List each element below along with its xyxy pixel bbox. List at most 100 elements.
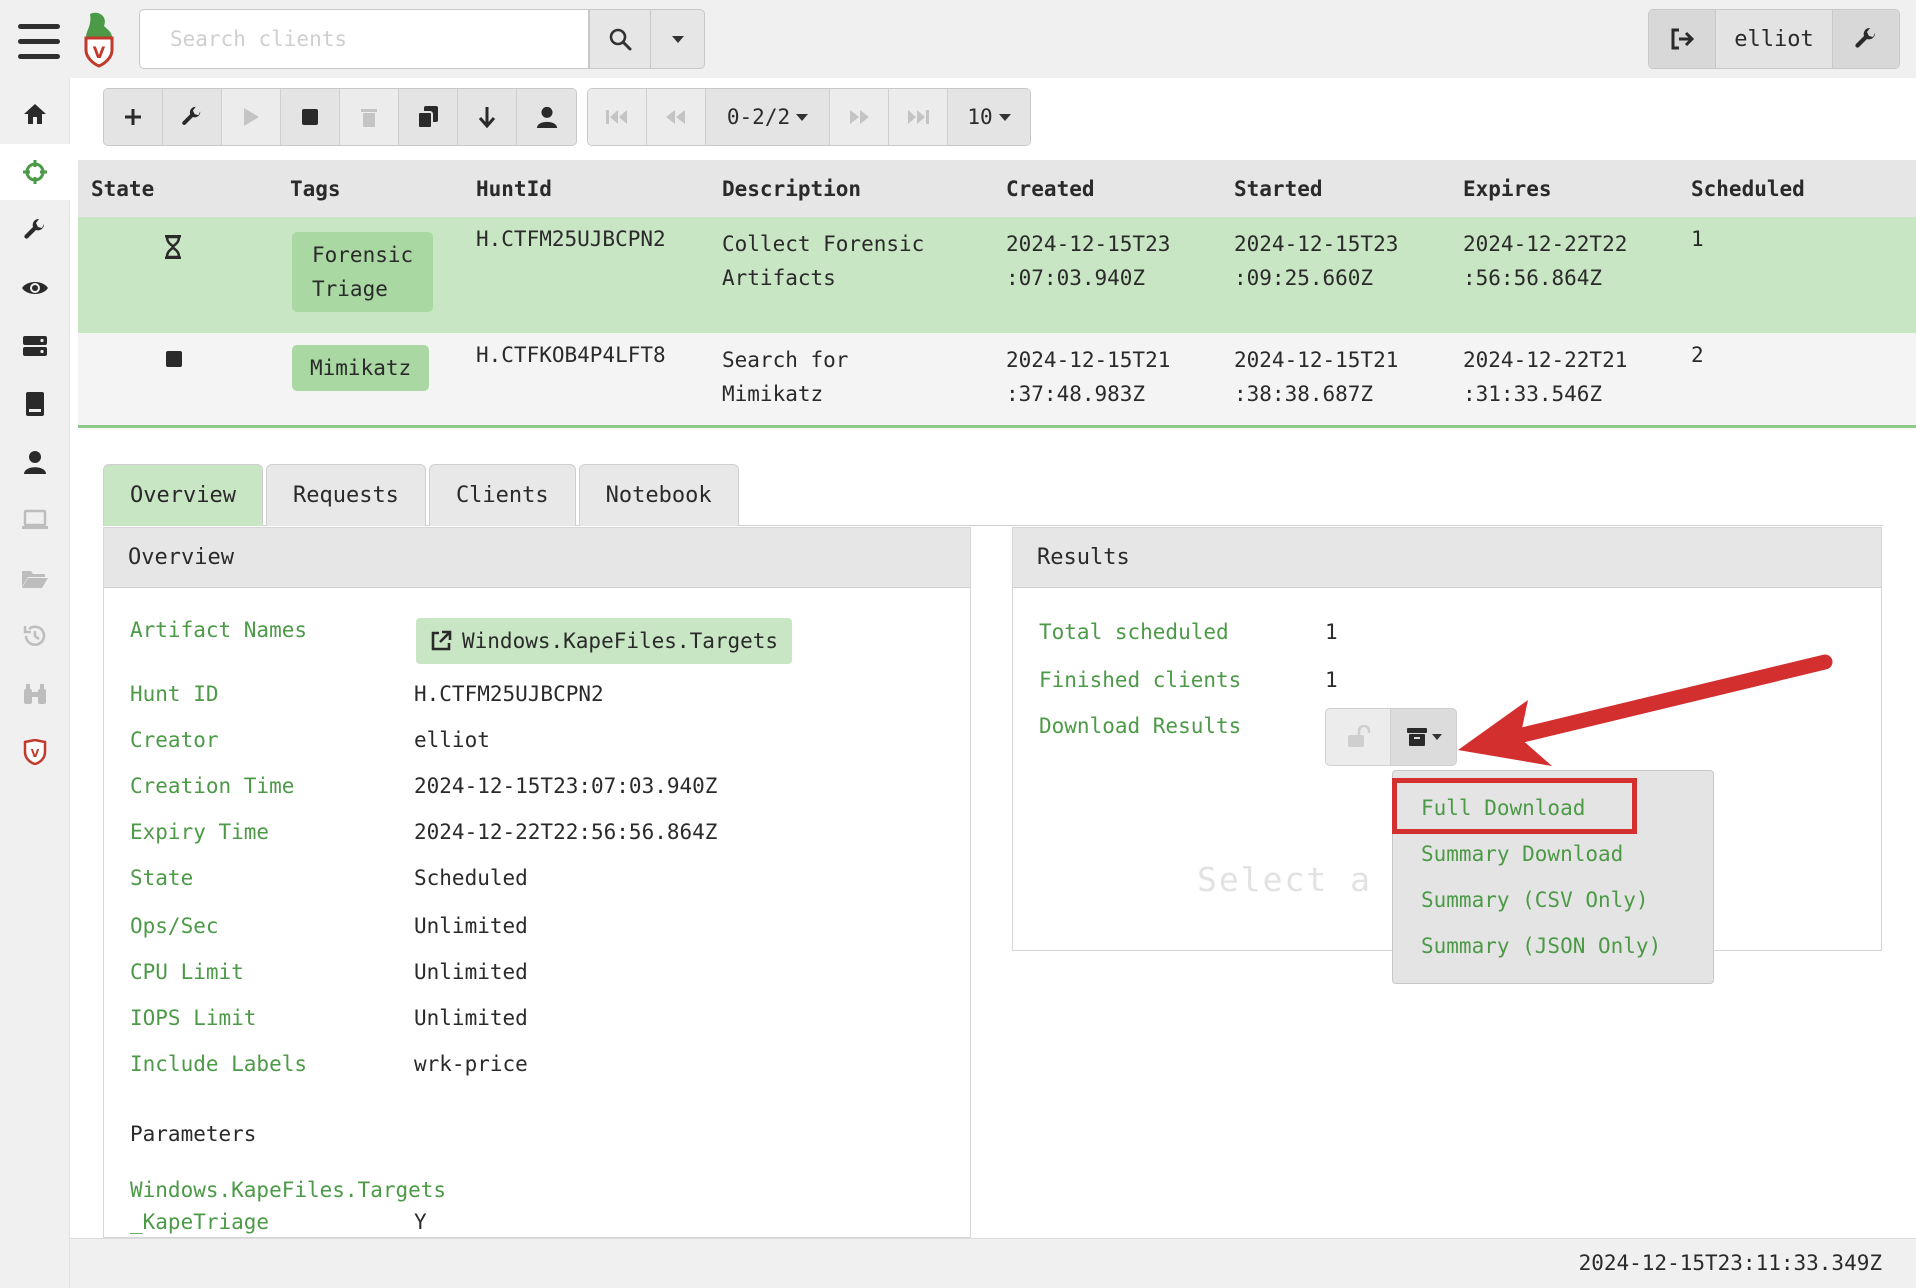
field-value: Scheduled xyxy=(414,866,528,890)
forward-icon xyxy=(850,110,869,124)
top-bar: V elliot xyxy=(0,0,1916,78)
hunts-table: State Tags HuntId Description Created St… xyxy=(78,160,1916,428)
page-size-dropdown[interactable]: 10 xyxy=(948,89,1030,145)
total-scheduled-label: Total scheduled xyxy=(1039,620,1229,644)
tab-overview[interactable]: Overview xyxy=(103,464,263,526)
column-header[interactable]: Description xyxy=(722,177,861,201)
delete-hunt-button[interactable] xyxy=(340,89,399,145)
hourglass-icon xyxy=(164,234,182,264)
new-hunt-button[interactable] xyxy=(104,89,163,145)
hunt-actions-group xyxy=(103,88,577,146)
field-value: Unlimited xyxy=(414,1006,528,1030)
hunt-user-button[interactable] xyxy=(517,89,576,145)
sidebar-item-users[interactable] xyxy=(0,434,70,490)
hunt-scheduled: 1 xyxy=(1691,227,1704,251)
backward-icon xyxy=(666,110,685,124)
wrench-icon xyxy=(182,106,201,125)
last-page-button[interactable] xyxy=(889,89,948,145)
overview-panel-title: Overview xyxy=(104,528,970,588)
tab-notebook[interactable]: Notebook xyxy=(578,464,739,526)
sidebar-item-server[interactable] xyxy=(0,318,70,374)
previous-page-button[interactable] xyxy=(647,89,706,145)
logout-icon xyxy=(1671,28,1695,50)
sidebar-item-about[interactable]: V xyxy=(0,724,70,780)
field-label: Hunt ID xyxy=(130,682,219,706)
menu-item-summary-json[interactable]: Summary (JSON Only) xyxy=(1393,923,1713,969)
field-label: Expiry Time xyxy=(130,820,270,844)
search-icon xyxy=(609,28,632,51)
field-value: 2024-12-15T23:07:03.940Z xyxy=(414,774,718,798)
password-lock-button[interactable] xyxy=(1325,708,1391,766)
table-row[interactable]: Mimikatz H.CTFKOB4P4LFT8 Search for Mimi… xyxy=(78,333,1916,425)
menu-item-summary-csv[interactable]: Summary (CSV Only) xyxy=(1393,877,1713,923)
field-label: Creator xyxy=(130,728,219,752)
unlock-icon xyxy=(1348,725,1370,747)
next-page-button[interactable] xyxy=(830,89,889,145)
column-header[interactable]: Started xyxy=(1234,177,1323,201)
column-header[interactable]: State xyxy=(91,177,154,201)
artifact-link-button[interactable]: Windows.KapeFiles.Targets xyxy=(416,618,793,664)
parameter-value: Y xyxy=(414,1210,427,1234)
download-hunt-button[interactable] xyxy=(458,89,517,145)
tag-mimikatz[interactable]: Mimikatz xyxy=(292,345,430,391)
tag-forensic-triage[interactable]: Forensic Triage xyxy=(292,232,434,312)
page-range-label: 0-2/2 xyxy=(726,105,791,129)
field-label: Include Labels xyxy=(130,1052,308,1076)
hunt-id: H.CTFKOB4P4LFT8 xyxy=(476,343,666,367)
sidebar-item-collected[interactable] xyxy=(0,666,70,722)
field-value: Unlimited xyxy=(414,960,528,984)
sidebar-item-history[interactable] xyxy=(0,608,70,664)
menu-item-full-download[interactable]: Full Download xyxy=(1393,785,1713,831)
sidebar-item-artifacts[interactable] xyxy=(0,202,70,258)
first-page-button[interactable] xyxy=(588,89,647,145)
user-icon xyxy=(24,451,46,474)
download-results-label: Download Results xyxy=(1039,714,1242,738)
hamburger-menu-icon[interactable] xyxy=(18,24,60,60)
hunt-toolbar: 0-2/2 10 xyxy=(103,88,1041,146)
sidebar-item-hunts[interactable] xyxy=(0,144,70,200)
svg-text:V: V xyxy=(93,43,106,62)
field-value: 2024-12-22T22:56:56.864Z xyxy=(414,820,718,844)
table-row[interactable]: Forensic Triage H.CTFM25UJBCPN2 Collect … xyxy=(78,217,1916,333)
sidebar-item-client[interactable] xyxy=(0,492,70,548)
pagination-group: 0-2/2 10 xyxy=(587,88,1031,146)
artifact-names-label: Artifact Names xyxy=(130,618,308,642)
overview-panel: Overview Artifact Names Windows.KapeFile… xyxy=(103,527,971,1238)
archive-icon xyxy=(1406,728,1427,746)
wrench-icon xyxy=(1855,27,1876,48)
copy-hunt-button[interactable] xyxy=(399,89,458,145)
finished-clients-value: 1 xyxy=(1325,668,1338,692)
sidebar-item-events[interactable] xyxy=(0,260,70,316)
column-header[interactable]: Expires xyxy=(1463,177,1552,201)
crosshairs-icon xyxy=(23,160,47,184)
column-header[interactable]: HuntId xyxy=(476,177,552,201)
settings-button[interactable] xyxy=(1833,10,1899,68)
page-range-dropdown[interactable]: 0-2/2 xyxy=(706,89,830,145)
logout-button[interactable] xyxy=(1649,10,1715,68)
stop-hunt-button[interactable] xyxy=(281,89,340,145)
menu-item-summary-download[interactable]: Summary Download xyxy=(1393,831,1713,877)
username-button[interactable]: elliot xyxy=(1715,10,1833,68)
search-input[interactable] xyxy=(139,9,589,69)
sidebar-item-home[interactable] xyxy=(0,86,70,142)
edit-hunt-button[interactable] xyxy=(163,89,222,145)
tab-requests[interactable]: Requests xyxy=(265,464,426,526)
column-header[interactable]: Scheduled xyxy=(1691,177,1805,201)
copy-icon xyxy=(417,106,438,129)
caret-down-icon xyxy=(796,113,809,121)
sidebar-item-vfs[interactable] xyxy=(0,550,70,606)
search-button[interactable] xyxy=(589,9,651,69)
field-value: H.CTFM25UJBCPN2 xyxy=(414,682,604,706)
trash-icon xyxy=(361,109,377,127)
velociraptor-logo: V xyxy=(78,10,120,68)
parameter-artifact: Windows.KapeFiles.Targets xyxy=(130,1178,447,1202)
tab-clients[interactable]: Clients xyxy=(428,464,576,526)
sidebar-item-notebooks[interactable] xyxy=(0,376,70,432)
hunt-expires: 2024-12-22T22 :56:56.864Z xyxy=(1463,232,1628,290)
laptop-icon xyxy=(22,509,48,529)
column-header[interactable]: Created xyxy=(1006,177,1095,201)
book-icon xyxy=(26,392,44,416)
column-header[interactable]: Tags xyxy=(290,177,341,201)
run-hunt-button[interactable] xyxy=(222,89,281,145)
search-dropdown-button[interactable] xyxy=(651,9,705,69)
